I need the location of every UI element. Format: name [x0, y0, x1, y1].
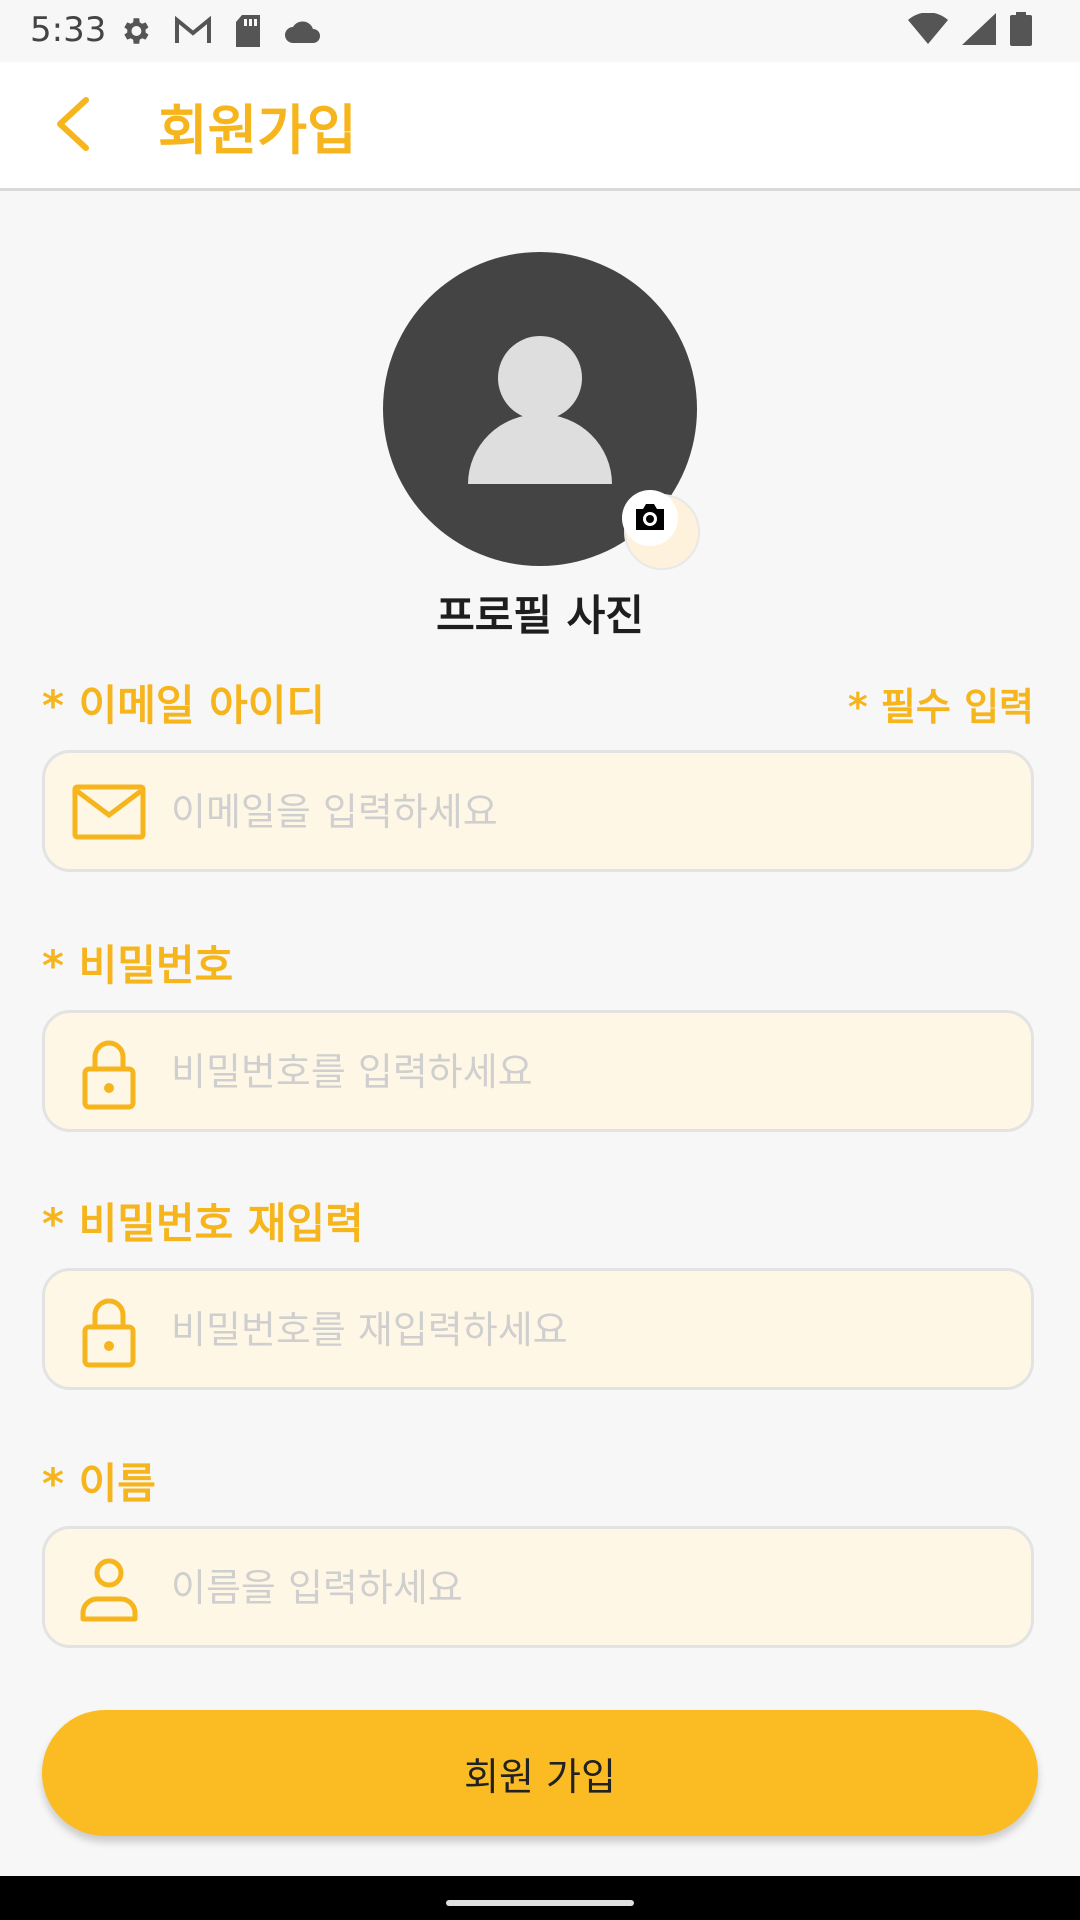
battery-icon — [1010, 12, 1032, 50]
lock-icon — [82, 1298, 136, 1368]
cloud-icon — [284, 18, 322, 48]
email-field[interactable] — [42, 750, 1034, 872]
chevron-left-icon — [57, 97, 89, 151]
app-bar: 회원가입 — [0, 62, 1080, 191]
lock-icon — [82, 1040, 136, 1110]
profile-photo-label: 프로필 사진 — [436, 591, 644, 640]
password-label: * 비밀번호 — [42, 941, 234, 990]
change-photo-button[interactable] — [622, 490, 700, 570]
signup-button[interactable]: 회원 가입 — [42, 1710, 1038, 1836]
password-confirm-input[interactable] — [169, 1271, 1013, 1389]
name-field[interactable] — [42, 1526, 1034, 1648]
person-icon — [80, 1558, 138, 1622]
settings-icon — [118, 14, 152, 52]
email-label: * 이메일 아이디 — [42, 681, 326, 730]
page-title: 회원가입 — [158, 99, 357, 162]
name-label: * 이름 — [42, 1459, 156, 1508]
password-input[interactable] — [169, 1013, 1013, 1131]
email-input[interactable] — [169, 753, 1013, 871]
signal-icon — [962, 13, 996, 49]
camera-icon — [622, 490, 678, 546]
wifi-icon — [908, 12, 948, 49]
home-handle[interactable] — [446, 1900, 634, 1906]
sd-card-icon — [234, 14, 262, 52]
required-note: * 필수 입력 — [847, 685, 1034, 729]
password-confirm-field[interactable] — [42, 1268, 1034, 1390]
status-time: 5:33 — [30, 10, 107, 50]
status-bar: 5:33 — [0, 0, 1080, 62]
mail-icon — [72, 784, 146, 840]
navigation-bar — [0, 1876, 1080, 1920]
name-input[interactable] — [169, 1529, 1013, 1647]
gmail-icon — [174, 15, 212, 50]
password-field[interactable] — [42, 1010, 1034, 1132]
back-button[interactable] — [46, 94, 106, 154]
password-confirm-label: * 비밀번호 재입력 — [42, 1199, 364, 1248]
